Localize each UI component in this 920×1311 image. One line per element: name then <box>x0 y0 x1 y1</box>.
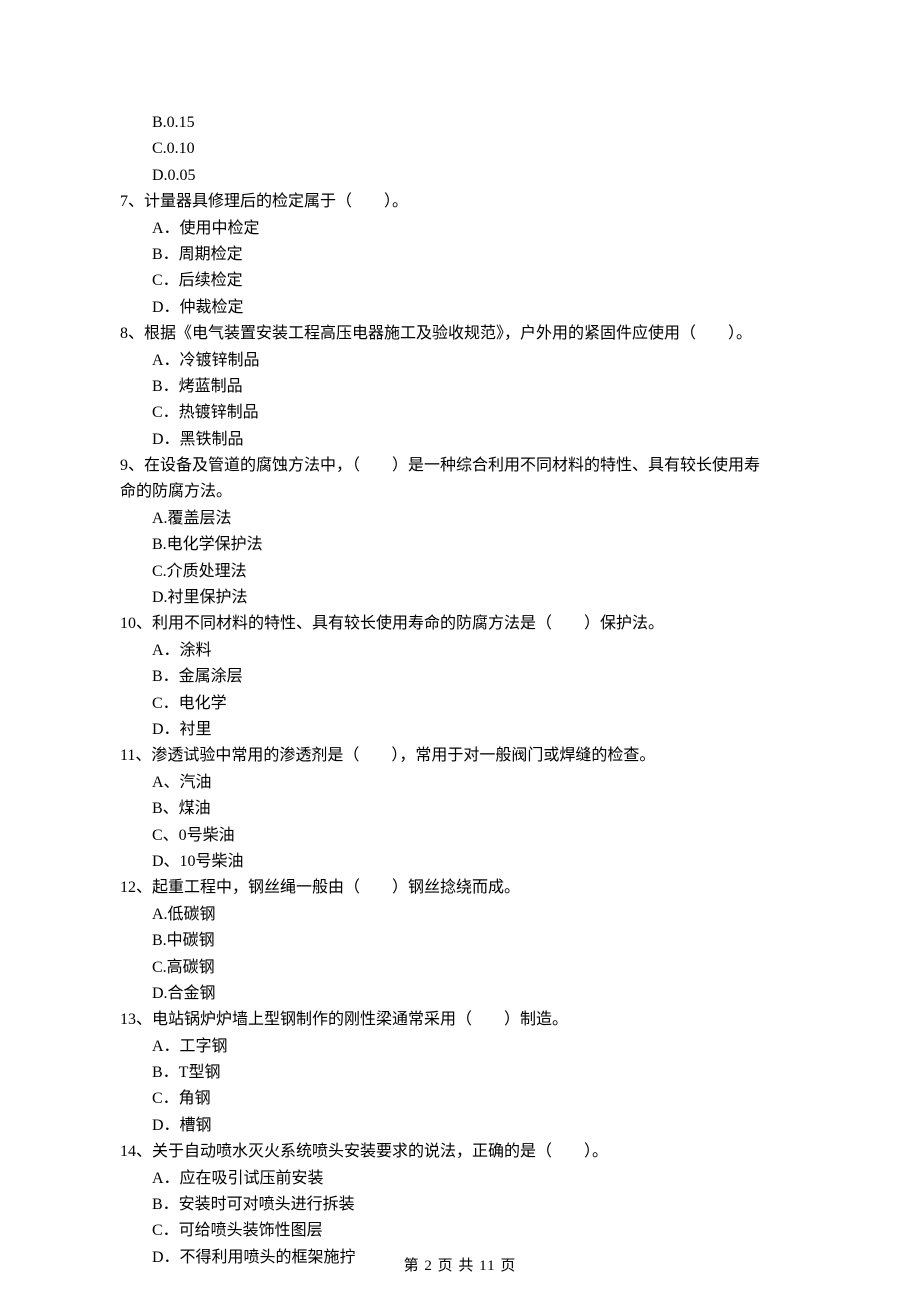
q9-option-c: C.介质处理法 <box>120 559 800 585</box>
q8-option-a: A．冷镀锌制品 <box>120 348 800 374</box>
q7-stem: 7、计量器具修理后的检定属于（ ）。 <box>120 189 800 215</box>
q10-stem: 10、利用不同材料的特性、具有较长使用寿命的防腐方法是（ ）保护法。 <box>120 611 800 637</box>
pre-option-d: D.0.05 <box>120 163 800 189</box>
q10-option-c: C．电化学 <box>120 691 800 717</box>
q8-option-b: B．烤蓝制品 <box>120 374 800 400</box>
q9-option-a: A.覆盖层法 <box>120 506 800 532</box>
q11-stem: 11、渗透试验中常用的渗透剂是（ ），常用于对一般阀门或焊缝的检查。 <box>120 743 800 769</box>
q14-stem: 14、关于自动喷水灭火系统喷头安装要求的说法，正确的是（ ）。 <box>120 1139 800 1165</box>
q8-option-c: C．热镀锌制品 <box>120 400 800 426</box>
q9-option-b: B.电化学保护法 <box>120 532 800 558</box>
q9-stem-line2: 命的防腐方法。 <box>120 479 800 505</box>
pre-option-c: C.0.10 <box>120 136 800 162</box>
q12-option-d: D.合金钢 <box>120 981 800 1007</box>
page-footer: 第 2 页 共 11 页 <box>0 1254 920 1279</box>
q11-option-c: C、0号柴油 <box>120 823 800 849</box>
q12-option-b: B.中碳钢 <box>120 928 800 954</box>
q13-option-d: D．槽钢 <box>120 1113 800 1139</box>
q8-stem: 8、根据《电气装置安装工程高压电器施工及验收规范》，户外用的紧固件应使用（ ）。 <box>120 321 800 347</box>
q12-option-c: C.高碳钢 <box>120 955 800 981</box>
q13-option-a: A．工字钢 <box>120 1034 800 1060</box>
q14-option-b: B．安装时可对喷头进行拆装 <box>120 1192 800 1218</box>
q12-option-a: A.低碳钢 <box>120 902 800 928</box>
q7-option-a: A．使用中检定 <box>120 216 800 242</box>
q10-option-a: A．涂料 <box>120 638 800 664</box>
q10-option-d: D．衬里 <box>120 717 800 743</box>
q8-option-d: D．黑铁制品 <box>120 427 800 453</box>
q14-option-c: C．可给喷头装饰性图层 <box>120 1218 800 1244</box>
q10-option-b: B．金属涂层 <box>120 664 800 690</box>
q11-option-d: D、10号柴油 <box>120 849 800 875</box>
q13-option-b: B．T型钢 <box>120 1060 800 1086</box>
q7-option-c: C．后续检定 <box>120 268 800 294</box>
q13-option-c: C．角钢 <box>120 1086 800 1112</box>
q14-option-a: A．应在吸引试压前安装 <box>120 1166 800 1192</box>
q7-option-d: D．仲裁检定 <box>120 295 800 321</box>
q13-stem: 13、电站锅炉炉墙上型钢制作的刚性梁通常采用（ ）制造。 <box>120 1007 800 1033</box>
pre-option-b: B.0.15 <box>120 110 800 136</box>
q11-option-b: B、煤油 <box>120 796 800 822</box>
q9-stem-line1: 9、在设备及管道的腐蚀方法中，（ ）是一种综合利用不同材料的特性、具有较长使用寿 <box>120 453 800 479</box>
q12-stem: 12、起重工程中，钢丝绳一般由（ ）钢丝捻绕而成。 <box>120 875 800 901</box>
q9-option-d: D.衬里保护法 <box>120 585 800 611</box>
page-container: B.0.15 C.0.10 D.0.05 7、计量器具修理后的检定属于（ ）。 … <box>0 0 920 1311</box>
q7-option-b: B．周期检定 <box>120 242 800 268</box>
q11-option-a: A、汽油 <box>120 770 800 796</box>
